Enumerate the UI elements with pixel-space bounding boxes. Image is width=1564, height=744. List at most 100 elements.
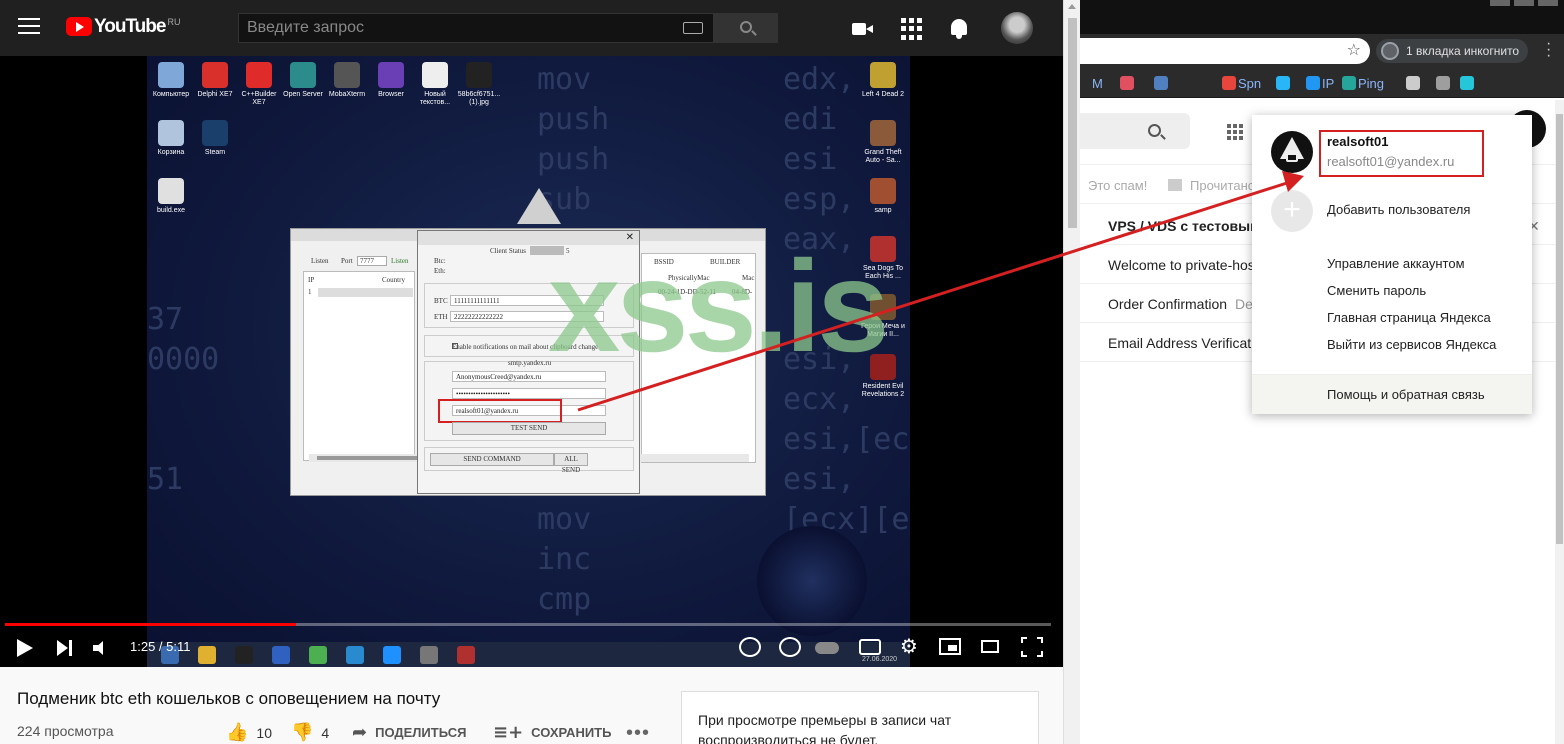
next-icon[interactable]	[57, 640, 73, 656]
scroll-thumb[interactable]	[1068, 18, 1077, 228]
youtube-window: YouTube RU Введите запрос mov push push sub…	[0, 0, 1063, 744]
miniplayer-icon[interactable]	[939, 638, 961, 655]
asm-line: esi,[ec	[783, 422, 910, 457]
gear-icon[interactable]	[900, 634, 922, 658]
desktop-icon: build.exe	[147, 178, 195, 215]
youtube-search-input[interactable]: Введите запрос	[238, 13, 714, 43]
port-field: 7777	[357, 256, 387, 266]
asm-line: esi	[783, 142, 838, 177]
window-controls[interactable]	[1486, 0, 1558, 6]
desktop-icon: Delphi XE7	[191, 62, 239, 99]
adblock-shield-icon[interactable]	[779, 637, 801, 657]
mail-search-input[interactable]	[1080, 113, 1190, 149]
share-icon: ➦	[352, 722, 368, 743]
desktop-icon-image	[466, 62, 492, 88]
account-popup: realsoft01 realsoft01@yandex.ru + Добави…	[1252, 115, 1532, 414]
hamburger-menu-icon[interactable]	[18, 18, 40, 38]
scroll-up-icon[interactable]	[1068, 4, 1076, 9]
create-video-icon[interactable]	[852, 18, 874, 40]
like-count: 10	[256, 724, 272, 741]
bookmark-icon[interactable]	[1222, 76, 1236, 90]
play-icon[interactable]	[17, 639, 33, 657]
menu-change-password[interactable]: Сменить пароль	[1327, 283, 1426, 298]
keyboard-icon[interactable]	[683, 22, 703, 34]
bookmark-icon[interactable]	[1120, 76, 1134, 90]
menu-manage-account[interactable]: Управление аккаунтом	[1327, 256, 1465, 271]
asm-line: edx,	[783, 62, 856, 97]
desktop-icon-image	[422, 62, 448, 88]
desktop-icon-image	[158, 178, 184, 204]
bookmark-label[interactable]: Spn	[1238, 76, 1261, 91]
help-feedback-link[interactable]: Помощь и обратная связь	[1252, 374, 1532, 414]
asm-line: 51	[147, 462, 184, 497]
bookmark-icon[interactable]	[1460, 76, 1474, 90]
user-avatar[interactable]	[1001, 12, 1033, 44]
video-desktop-frame: mov push push sub edx, edi esi esp, eax, esi, ecx,…	[147, 56, 910, 667]
bookmark-icon[interactable]	[1406, 76, 1420, 90]
col-country: Country	[382, 276, 405, 284]
youtube-search-button[interactable]	[714, 13, 778, 43]
search-placeholder: Введите запрос	[247, 19, 364, 36]
progress-bar[interactable]	[5, 623, 1051, 626]
mark-read-button[interactable]: Прочитано	[1190, 178, 1255, 193]
bookmark-icon[interactable]	[1342, 76, 1356, 90]
apps-grid-icon[interactable]	[901, 18, 923, 40]
mail-subject: Order Confirmation	[1108, 296, 1228, 312]
save-button[interactable]: ≡+ СОХРАНИТЬ	[493, 722, 611, 743]
bookmark-icon[interactable]	[1154, 76, 1168, 90]
browser-scrollbar[interactable]	[1555, 100, 1564, 744]
browser-menu-icon[interactable]: · · ·	[1546, 36, 1551, 64]
dislike-button[interactable]: 👎 4	[291, 722, 329, 743]
share-button[interactable]: ➦ ПОДЕЛИТЬСЯ	[352, 722, 466, 743]
video-player[interactable]: mov push push sub edx, edi esi esp, eax, esi, ecx,…	[0, 56, 1063, 667]
theater-mode-icon[interactable]	[981, 640, 999, 653]
bookmark-icon[interactable]	[1306, 76, 1320, 90]
desktop-icon-label: Browser	[378, 91, 404, 98]
desktop-icon-image	[158, 62, 184, 88]
send-command-button: SEND COMMAND	[430, 453, 554, 466]
asm-line: push	[537, 102, 610, 137]
bookmark-label[interactable]: M	[1092, 76, 1103, 91]
red-highlight-box	[1319, 130, 1484, 177]
youtube-logo[interactable]: YouTube RU	[66, 17, 180, 37]
yandex-apps-icon[interactable]	[1227, 124, 1243, 140]
youtube-scrollbar[interactable]	[1063, 0, 1080, 744]
shield-icon[interactable]	[739, 637, 761, 657]
incognito-badge[interactable]: 1 вкладка инкогнито	[1376, 39, 1528, 63]
save-label: СОХРАНИТЬ	[531, 725, 612, 740]
fullscreen-icon[interactable]	[1021, 637, 1043, 657]
like-button[interactable]: 👍 10	[226, 722, 272, 743]
asm-line: esi,	[783, 462, 856, 497]
desktop-icon: Left 4 Dead 2	[859, 62, 907, 99]
mail-subject: Welcome to private-hosti	[1108, 257, 1262, 273]
bookmark-label[interactable]: Ping	[1358, 76, 1384, 91]
dislike-count: 4	[321, 724, 330, 741]
bookmark-icon[interactable]	[1436, 76, 1450, 90]
scroll-thumb[interactable]	[1556, 114, 1563, 544]
bookmark-star-icon[interactable]: ☆	[1347, 40, 1361, 59]
volume-icon[interactable]	[93, 641, 111, 655]
address-bar[interactable]: ☆	[1080, 38, 1370, 64]
thumbs-down-icon: 👎	[291, 722, 314, 743]
btc-field-label: BTC	[434, 297, 448, 305]
spam-button[interactable]: Это спам!	[1088, 178, 1147, 193]
youtube-play-logo-icon	[66, 17, 92, 36]
desktop-icon-image	[246, 62, 272, 88]
more-options-icon[interactable]: •••	[626, 722, 650, 744]
bookmark-label[interactable]: IP	[1322, 76, 1334, 91]
listen-label: Listen	[311, 257, 329, 265]
bookmark-icon[interactable]	[1276, 76, 1290, 90]
chat-notice: При просмотре премьеры в записи чат восп…	[681, 691, 1039, 744]
menu-yandex-home[interactable]: Главная страница Яндекса	[1327, 310, 1491, 325]
add-user-link[interactable]: Добавить пользователя	[1327, 202, 1470, 217]
subtitles-icon[interactable]	[859, 639, 881, 655]
plus-icon[interactable]: +	[1271, 190, 1313, 232]
desktop-icon-image	[378, 62, 404, 88]
desktop-icon: Компьютер	[147, 62, 195, 99]
menu-logout[interactable]: Выйти из сервисов Яндекса	[1327, 337, 1496, 352]
password-field: ••••••••••••••••••••••	[452, 388, 606, 399]
notifications-bell-icon[interactable]	[949, 18, 971, 40]
autoplay-toggle[interactable]	[815, 642, 839, 654]
taskbar-app-icon	[383, 646, 401, 664]
desktop-icon: Корзина	[147, 120, 195, 157]
